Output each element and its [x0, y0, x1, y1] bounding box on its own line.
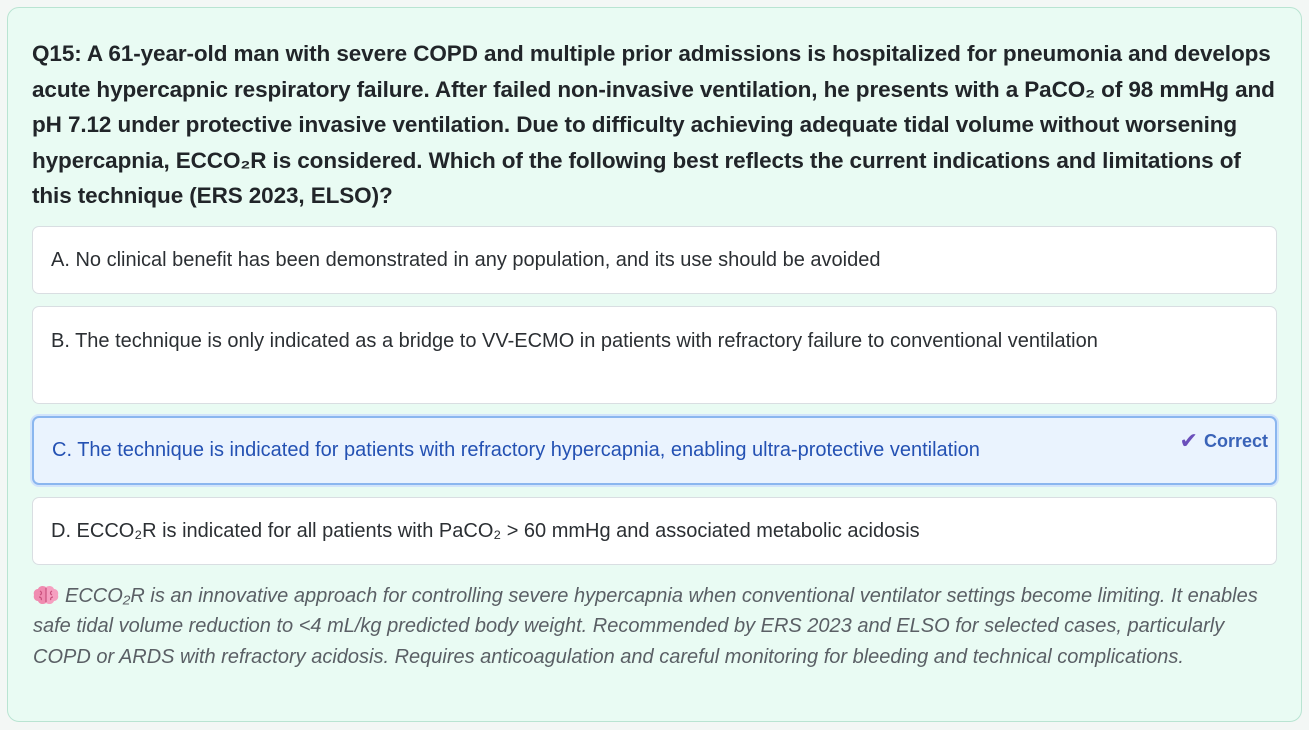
correct-badge: ✔ Correct: [1180, 426, 1268, 456]
question-text: Q15: A 61-year-old man with severe COPD …: [32, 41, 1275, 208]
option-b[interactable]: B. The technique is only indicated as a …: [32, 305, 1277, 404]
option-c[interactable]: C. The technique is indicated for patien…: [32, 415, 1277, 485]
option-a-label: A. No clinical benefit has been demonstr…: [51, 248, 881, 271]
question-card: Q15: A 61-year-old man with severe COPD …: [7, 7, 1302, 722]
explanation-text: ECCO₂R is an innovative approach for con…: [33, 584, 1258, 668]
option-b-label: B. The technique is only indicated as a …: [51, 329, 1098, 352]
correct-badge-label: Correct: [1203, 430, 1268, 451]
answer-options: A. No clinical benefit has been demonstr…: [32, 225, 1277, 565]
brain-icon: [33, 585, 59, 604]
option-d-label: D. ECCO₂R is indicated for all patients …: [51, 519, 920, 542]
option-c-label: C. The technique is indicated for patien…: [52, 438, 980, 461]
option-d[interactable]: D. ECCO₂R is indicated for all patients …: [32, 496, 1277, 565]
checkmark-icon: ✔: [1179, 427, 1198, 453]
option-a[interactable]: A. No clinical benefit has been demonstr…: [32, 225, 1277, 294]
explanation: ECCO₂R is an innovative approach for con…: [32, 581, 1277, 673]
